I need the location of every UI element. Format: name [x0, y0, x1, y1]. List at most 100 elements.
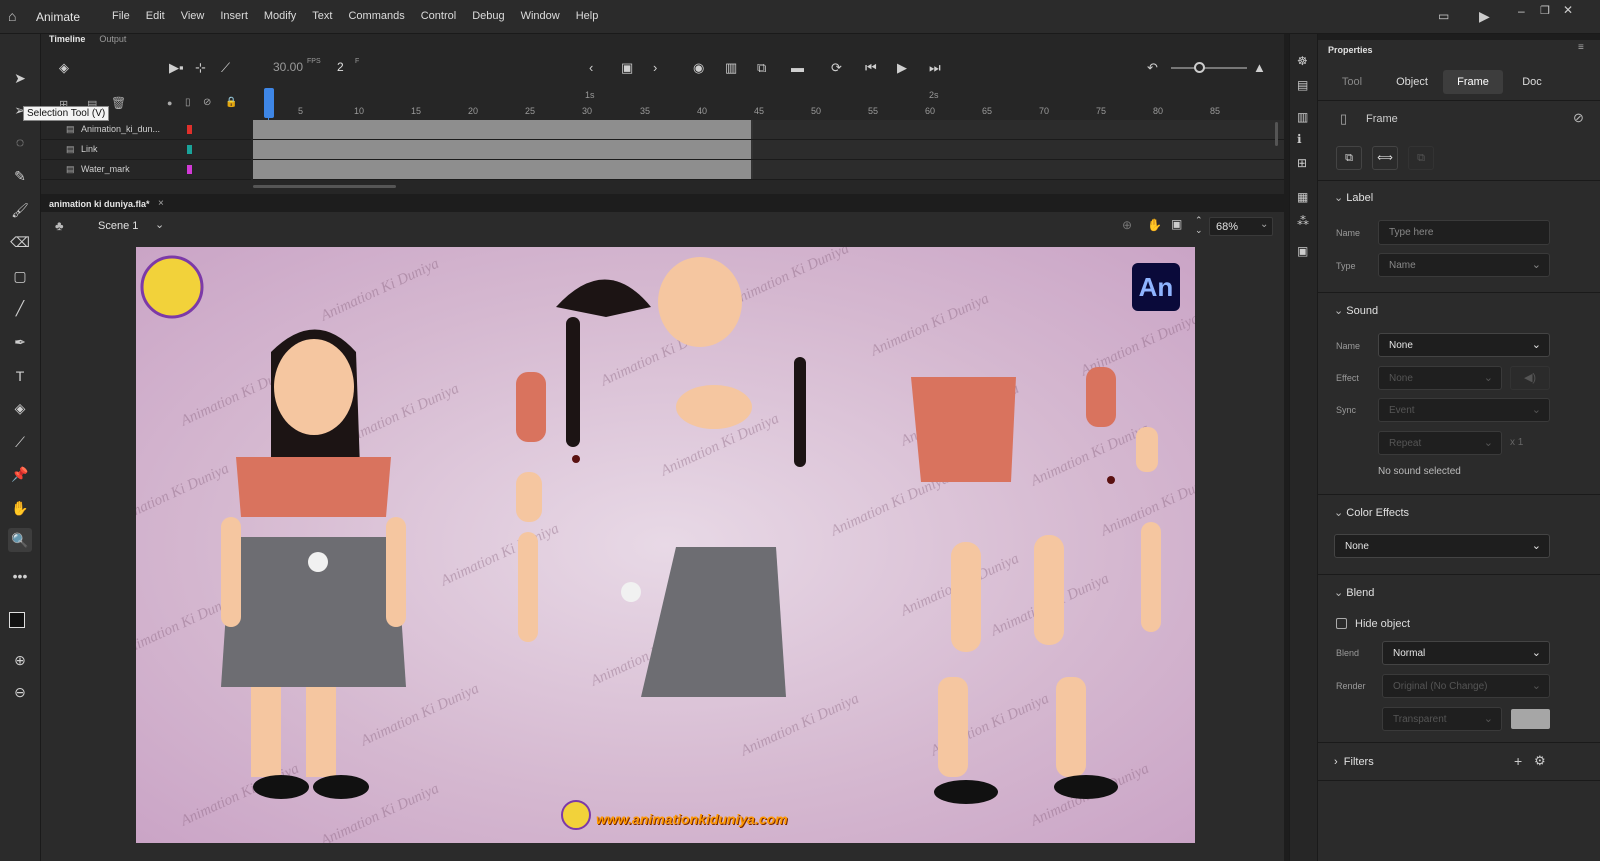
timeline-zoom-handle[interactable]	[1194, 62, 1205, 73]
sound-sync-select[interactable]: Event ⌄	[1378, 398, 1550, 422]
blend-section-header[interactable]: Blend	[1334, 586, 1374, 599]
parent-view-icon[interactable]: ⊹	[195, 60, 206, 76]
layer-row[interactable]: ▤ Link	[41, 140, 251, 160]
layer-name[interactable]: Water_mark	[81, 164, 130, 174]
stage-area[interactable]: Animation Ki Duniya Animation Ki Duniya …	[41, 240, 1284, 861]
test-movie-icon[interactable]: ▶	[1479, 8, 1490, 25]
edit-sound-envelope-icon[interactable]: ◀)	[1510, 366, 1550, 390]
timeline-zoom-slider[interactable]	[1171, 67, 1247, 69]
eyedropper-icon[interactable]: ⟋	[8, 430, 32, 454]
label-name-input[interactable]: Type here	[1378, 220, 1550, 245]
tab-tool[interactable]: Tool	[1326, 70, 1378, 94]
layer-row[interactable]: ▤ Animation_ki_dun...	[41, 120, 251, 140]
onion-skin-icon[interactable]: ◉	[693, 60, 704, 76]
frame-span[interactable]	[253, 120, 753, 139]
outline-icon[interactable]: ▯	[185, 97, 191, 108]
layer-row[interactable]: ▤ Water_mark	[41, 160, 251, 180]
clear-icon[interactable]: ⧉	[1408, 146, 1434, 170]
properties-panel-icon[interactable]: ☸	[1297, 54, 1308, 68]
tab-object[interactable]: Object	[1384, 70, 1440, 94]
transparent-select[interactable]: Transparent ⌄	[1382, 707, 1502, 731]
menu-debug[interactable]: Debug	[464, 10, 512, 22]
keyframe-icon[interactable]: ▣	[621, 60, 633, 76]
menu-help[interactable]: Help	[568, 10, 607, 22]
zoom-out-icon[interactable]: ⊖	[8, 680, 32, 704]
fps-value[interactable]: 30.00	[273, 60, 303, 74]
layer-color[interactable]	[187, 125, 192, 134]
stage[interactable]: Animation Ki Duniya Animation Ki Duniya …	[136, 247, 1195, 843]
paint-brush-icon[interactable]: 🖌	[8, 198, 32, 222]
highlight-icon[interactable]: ●	[167, 98, 172, 108]
lock-icon[interactable]: 🔒	[225, 97, 237, 108]
eraser-tool-icon[interactable]: ⌫	[8, 230, 32, 254]
help-icon[interactable]: ⊘	[1573, 110, 1584, 126]
line-tool-icon[interactable]: ╱	[8, 296, 32, 320]
undo-zoom-icon[interactable]: ↶	[1147, 60, 1158, 76]
step-forward-icon[interactable]: ⏭	[929, 60, 941, 76]
transform-panel-icon[interactable]: ⊞	[1297, 156, 1307, 170]
align-panel-icon[interactable]: ▥	[1297, 110, 1308, 124]
brush-tool-icon[interactable]: ✎	[8, 164, 32, 188]
panel-menu-icon[interactable]: ≡	[1578, 42, 1584, 53]
filters-header[interactable]: › Filters	[1334, 756, 1374, 768]
layer-name[interactable]: Animation_ki_dun...	[81, 124, 160, 134]
rectangle-tool-icon[interactable]: ▢	[8, 264, 32, 288]
menu-file[interactable]: File	[104, 10, 138, 22]
frame-span[interactable]	[253, 160, 753, 179]
more-tools-icon[interactable]: •••	[8, 564, 32, 588]
sound-section-header[interactable]: Sound	[1334, 304, 1378, 317]
sound-repeat-select[interactable]: Repeat ⌄	[1378, 431, 1502, 455]
sound-name-select[interactable]: None ⌄	[1378, 333, 1550, 357]
home-icon[interactable]: ⌂	[8, 8, 16, 24]
frame-span[interactable]	[253, 140, 753, 159]
color-effect-select[interactable]: None ⌄	[1334, 534, 1550, 558]
delete-layer-icon[interactable]: 🗑	[111, 96, 126, 110]
camera-icon[interactable]: ▶▪	[169, 60, 184, 76]
menu-text[interactable]: Text	[304, 10, 340, 22]
rotate-stage-icon[interactable]: ✋	[1147, 218, 1162, 232]
tab-output[interactable]: Output	[99, 34, 126, 48]
step-back-icon[interactable]: ⏮	[865, 60, 877, 76]
pin-tool-icon[interactable]: 📌	[8, 462, 32, 486]
zoom-stepper-icon[interactable]: ⌃ ⌄	[1195, 215, 1203, 235]
menu-view[interactable]: View	[173, 10, 213, 22]
sound-repeat-count[interactable]: x 1	[1510, 437, 1523, 448]
menu-control[interactable]: Control	[413, 10, 464, 22]
mountain-icon[interactable]: ▲	[1253, 60, 1266, 75]
frame-row[interactable]	[253, 120, 1284, 140]
minimize-icon[interactable]: –	[1518, 4, 1525, 18]
library-panel-icon[interactable]: ▤	[1297, 78, 1308, 92]
workspace-icon[interactable]: ▭	[1438, 9, 1449, 23]
menu-edit[interactable]: Edit	[138, 10, 173, 22]
hand-tool-icon[interactable]: ✋	[8, 496, 32, 520]
hide-object-checkbox[interactable]	[1336, 618, 1347, 629]
blend-select[interactable]: Normal ⌄	[1382, 641, 1550, 665]
label-section-header[interactable]: Label	[1334, 191, 1373, 204]
motion-presets-icon[interactable]: ▣	[1297, 244, 1308, 258]
render-select[interactable]: Original (No Change) ⌄	[1382, 674, 1550, 698]
close-tab-icon[interactable]: ×	[158, 198, 164, 209]
tween-icon[interactable]: ⧉	[757, 60, 766, 76]
assets-panel-icon[interactable]: ▦	[1297, 190, 1308, 204]
center-stage-icon[interactable]: ⊕	[1122, 218, 1132, 232]
tab-timeline[interactable]: Timeline	[49, 34, 85, 48]
tab-doc[interactable]: Doc	[1506, 70, 1558, 94]
color-effects-header[interactable]: Color Effects	[1334, 506, 1409, 519]
frame-row[interactable]	[253, 160, 1284, 180]
next-keyframe-icon[interactable]: ›	[653, 60, 657, 75]
stroke-color-swatch[interactable]	[9, 612, 25, 628]
restore-icon[interactable]: ❐	[1540, 4, 1550, 17]
zoom-field[interactable]: 68% ⌄	[1209, 217, 1273, 236]
loop-icon[interactable]: ⟳	[831, 60, 842, 76]
add-filter-icon[interactable]: +	[1514, 753, 1522, 769]
edit-multiple-icon[interactable]: ▥	[725, 60, 737, 76]
filter-settings-icon[interactable]: ⚙	[1534, 753, 1546, 769]
play-icon[interactable]: ▶	[897, 60, 907, 76]
scene-icon[interactable]: ♣	[55, 218, 64, 233]
sound-effect-select[interactable]: None ⌄	[1378, 366, 1502, 390]
layers-icon[interactable]: ◈	[59, 60, 69, 76]
layer-color[interactable]	[187, 165, 192, 174]
text-tool-icon[interactable]: T	[8, 364, 32, 388]
clip-stage-icon[interactable]: ▣	[1171, 217, 1182, 231]
document-tab[interactable]: animation ki duniya.fla*	[49, 199, 150, 209]
